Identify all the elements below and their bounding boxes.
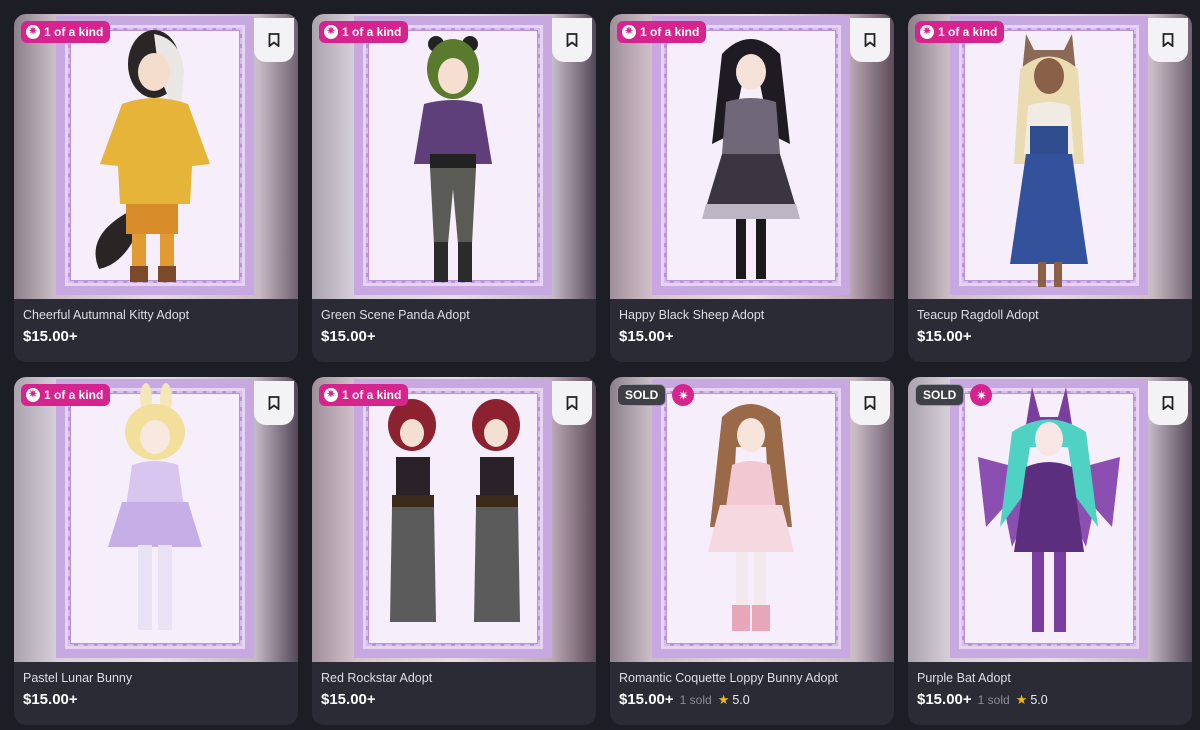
listing-price: $15.00+ (917, 691, 972, 708)
bookmark-icon (1162, 396, 1174, 410)
bookmark-icon (864, 396, 876, 410)
rating: ★ 5.0 (1016, 692, 1048, 708)
listing-thumbnail[interactable]: SOLD ✷ (908, 377, 1192, 662)
listing-thumbnail[interactable]: ✷ 1 of a kind (312, 377, 596, 662)
bookmark-button[interactable] (552, 18, 592, 62)
listing-price: $15.00+ (917, 328, 972, 345)
badge-label: 1 of a kind (640, 25, 700, 39)
badge-row: ✷ 1 of a kind (319, 384, 409, 406)
badge-row: ✷ 1 of a kind (617, 21, 707, 43)
listing-grid: ✷ 1 of a kind Cheerful Autumnal Kitty Ad… (14, 14, 1192, 725)
listing-card[interactable]: SOLD ✷ Romantic Coquette Loppy Bunny Ado… (610, 377, 894, 725)
sold-count: 1 sold (977, 693, 1010, 707)
badge-row: ✷ 1 of a kind (21, 384, 111, 406)
listing-thumbnail[interactable]: ✷ 1 of a kind (610, 14, 894, 299)
bookmark-button[interactable] (254, 18, 294, 62)
one-of-a-kind-badge: ✷ 1 of a kind (915, 21, 1005, 43)
sparkle-icon: ✷ (622, 25, 636, 39)
sparkle-icon: ✷ (672, 384, 695, 406)
listing-meta: $15.00+ (321, 328, 376, 345)
listing-title[interactable]: Red Rockstar Adopt (321, 671, 432, 685)
listing-card[interactable]: ✷ 1 of a kind Happy Black Sheep Adopt $1… (610, 14, 894, 362)
listing-card[interactable]: ✷ 1 of a kind Pastel Lunar Bunny $15.00+ (14, 377, 298, 725)
listing-meta: $15.00+ (23, 691, 78, 708)
one-of-a-kind-badge: ✷ 1 of a kind (319, 21, 409, 43)
one-of-a-kind-badge: ✷ 1 of a kind (21, 384, 111, 406)
badge-label: 1 of a kind (938, 25, 998, 39)
listing-price: $15.00+ (619, 691, 674, 708)
listing-title[interactable]: Purple Bat Adopt (917, 671, 1011, 685)
listing-title[interactable]: Green Scene Panda Adopt (321, 308, 470, 322)
listing-price: $15.00+ (321, 691, 376, 708)
bookmark-button[interactable] (850, 18, 890, 62)
bookmark-icon (1162, 33, 1174, 47)
badge-label: 1 of a kind (342, 25, 402, 39)
listing-title[interactable]: Romantic Coquette Loppy Bunny Adopt (619, 671, 838, 685)
bookmark-button[interactable] (254, 381, 294, 425)
sold-badge: SOLD (617, 384, 667, 406)
sparkle-icon: ✷ (26, 388, 40, 402)
listing-thumbnail[interactable]: SOLD ✷ (610, 377, 894, 662)
sold-count: 1 sold (679, 693, 712, 707)
badge-row: ✷ 1 of a kind (915, 21, 1005, 43)
listing-meta: $15.00+ 1 sold ★ 5.0 (619, 691, 750, 708)
listing-card[interactable]: SOLD ✷ Purple Bat Adopt $15.00+ 1 sold ★… (908, 377, 1192, 725)
badge-label: 1 of a kind (342, 388, 402, 402)
badge-row: SOLD ✷ (915, 384, 993, 406)
listing-meta: $15.00+ (321, 691, 376, 708)
listing-price: $15.00+ (619, 328, 674, 345)
listing-meta: $15.00+ (619, 328, 674, 345)
star-icon: ★ (717, 692, 730, 707)
listing-meta: $15.00+ (23, 328, 78, 345)
listing-card[interactable]: ✷ 1 of a kind Red Rockstar Adopt $15.00+ (312, 377, 596, 725)
sparkle-icon: ✷ (970, 384, 993, 406)
listing-thumbnail[interactable]: ✷ 1 of a kind (14, 14, 298, 299)
badge-row: SOLD ✷ (617, 384, 695, 406)
badge-label: 1 of a kind (44, 388, 104, 402)
badge-label: 1 of a kind (44, 25, 104, 39)
bookmark-button[interactable] (552, 381, 592, 425)
listing-thumbnail[interactable]: ✷ 1 of a kind (908, 14, 1192, 299)
bookmark-icon (864, 33, 876, 47)
listing-card[interactable]: ✷ 1 of a kind Green Scene Panda Adopt $1… (312, 14, 596, 362)
bookmark-icon (268, 33, 280, 47)
listing-title[interactable]: Teacup Ragdoll Adopt (917, 308, 1039, 322)
bookmark-icon (566, 396, 578, 410)
badge-row: ✷ 1 of a kind (21, 21, 111, 43)
sparkle-icon: ✷ (26, 25, 40, 39)
listing-thumbnail[interactable]: ✷ 1 of a kind (14, 377, 298, 662)
listing-card[interactable]: ✷ 1 of a kind Teacup Ragdoll Adopt $15.0… (908, 14, 1192, 362)
sparkle-icon: ✷ (324, 388, 338, 402)
sold-badge: SOLD (915, 384, 965, 406)
rating-value: 5.0 (732, 693, 750, 707)
rating: ★ 5.0 (718, 692, 750, 708)
listing-card[interactable]: ✷ 1 of a kind Cheerful Autumnal Kitty Ad… (14, 14, 298, 362)
sparkle-icon: ✷ (920, 25, 934, 39)
one-of-a-kind-badge: ✷ 1 of a kind (21, 21, 111, 43)
one-of-a-kind-badge: ✷ 1 of a kind (319, 384, 409, 406)
listing-price: $15.00+ (23, 328, 78, 345)
badge-row: ✷ 1 of a kind (319, 21, 409, 43)
listing-price: $15.00+ (23, 691, 78, 708)
listing-title[interactable]: Cheerful Autumnal Kitty Adopt (23, 308, 189, 322)
rating-value: 5.0 (1030, 693, 1048, 707)
listing-title[interactable]: Happy Black Sheep Adopt (619, 308, 764, 322)
bookmark-button[interactable] (850, 381, 890, 425)
listing-meta: $15.00+ 1 sold ★ 5.0 (917, 691, 1048, 708)
listing-price: $15.00+ (321, 328, 376, 345)
listing-title[interactable]: Pastel Lunar Bunny (23, 671, 132, 685)
listing-meta: $15.00+ (917, 328, 972, 345)
bookmark-button[interactable] (1148, 381, 1188, 425)
sparkle-icon: ✷ (324, 25, 338, 39)
bookmark-icon (566, 33, 578, 47)
bookmark-button[interactable] (1148, 18, 1188, 62)
bookmark-icon (268, 396, 280, 410)
star-icon: ★ (1015, 692, 1028, 707)
one-of-a-kind-badge: ✷ 1 of a kind (617, 21, 707, 43)
listing-thumbnail[interactable]: ✷ 1 of a kind (312, 14, 596, 299)
